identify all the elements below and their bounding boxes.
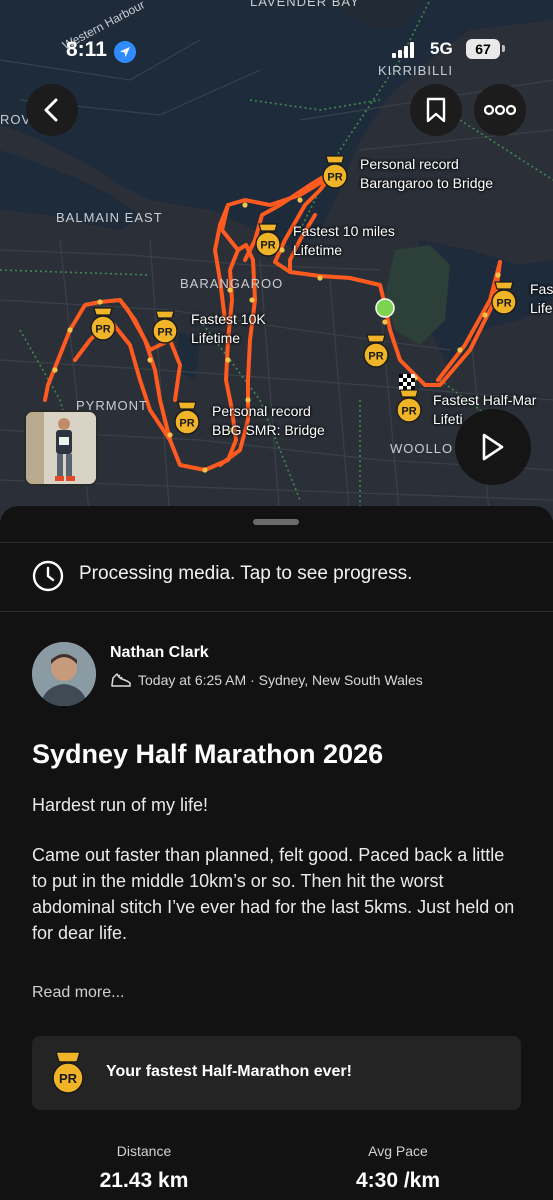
- pr-badge-icon[interactable]: PR: [172, 400, 202, 436]
- bookmark-button[interactable]: [410, 84, 462, 136]
- svg-text:PR: PR: [401, 406, 416, 418]
- pr-label-line2: Barangaroo to Bridge: [360, 175, 494, 191]
- pr-label-line1: Personal record: [212, 403, 311, 419]
- svg-text:PR: PR: [368, 351, 383, 363]
- pr-label-bbg-smr-bridge[interactable]: Personal record BBG SMR: Bridge: [212, 402, 325, 440]
- run-shoe-icon: [111, 673, 131, 687]
- pr-medal-icon: PR: [52, 1051, 84, 1094]
- svg-text:PR: PR: [260, 240, 275, 252]
- runner-photo: [26, 412, 96, 484]
- pr-label-line2: Lifetime: [293, 242, 343, 258]
- processing-media-text: Processing media. Tap to see progress.: [79, 563, 413, 584]
- cellular-signal-icon: [392, 42, 414, 58]
- stat-distance: Distance 21.43 km: [44, 1143, 244, 1193]
- avatar[interactable]: [32, 642, 96, 706]
- activity-details-sheet: Processing media. Tap to see progress. N…: [0, 506, 553, 1200]
- athlete-name[interactable]: Nathan Clark: [110, 644, 209, 662]
- pr-label-partial-right[interactable]: Fas Life: [530, 280, 553, 318]
- activity-description-headline: Hardest run of my life!: [32, 795, 209, 815]
- avatar-photo: [32, 642, 96, 706]
- more-options-button[interactable]: [474, 84, 526, 136]
- play-flyover-button[interactable]: [455, 409, 531, 485]
- pr-badge-icon[interactable]: PR: [361, 333, 391, 369]
- svg-text:PR: PR: [157, 327, 172, 339]
- chevron-left-icon: [44, 98, 58, 122]
- pr-badge-icon[interactable]: PR: [253, 222, 283, 258]
- drag-handle[interactable]: [253, 519, 299, 525]
- activity-title: Sydney Half Marathon 2026: [32, 739, 384, 769]
- map-label-barangaroo: BARANGAROO: [180, 276, 284, 291]
- read-more-link[interactable]: Read more...: [32, 984, 124, 1002]
- bookmark-icon: [426, 97, 446, 123]
- battery-icon: 67: [466, 39, 500, 59]
- pr-label-line1: Fas: [530, 281, 553, 297]
- pr-label-fastest-10-miles[interactable]: Fastest 10 miles Lifetime: [293, 222, 395, 260]
- stat-value: 4:30 /km: [355, 1169, 441, 1192]
- stat-avg-pace: Avg Pace 4:30 /km: [298, 1143, 498, 1193]
- pr-badge-icon[interactable]: PR: [88, 306, 118, 342]
- svg-text:PR: PR: [496, 298, 511, 310]
- pr-badge-icon[interactable]: PR: [320, 154, 350, 190]
- network-type: 5G: [430, 39, 453, 58]
- more-dots-icon: [484, 104, 516, 116]
- pr-badge-icon[interactable]: PR: [394, 388, 424, 424]
- activity-time-location: Today at 6:25 AM · Sydney, New South Wal…: [138, 672, 423, 688]
- activity-photo-thumbnail[interactable]: [24, 410, 98, 486]
- pr-badge-icon[interactable]: PR: [489, 280, 519, 316]
- map-label-woolloomooloo: WOOLLO: [390, 441, 454, 456]
- pr-label-line2: Life: [530, 300, 553, 316]
- battery-tip: [502, 45, 505, 52]
- pr-label-fastest-10k[interactable]: Fastest 10K Lifetime: [191, 310, 266, 348]
- achievement-banner[interactable]: PR Your fastest Half-Marathon ever!: [32, 1036, 521, 1110]
- svg-text:PR: PR: [179, 418, 194, 430]
- stat-label: Avg Pace: [368, 1143, 428, 1159]
- route-map[interactable]: LAVENDER BAY KIRRIBILLI BALMAIN EAST BAR…: [0, 0, 553, 520]
- svg-text:PR: PR: [59, 1071, 78, 1086]
- back-button[interactable]: [26, 84, 78, 136]
- pr-label-line1: Fastest Half-Mar: [433, 392, 537, 408]
- status-bar: 8:11 5G 67: [0, 38, 553, 68]
- pr-label-barangaroo-bridge[interactable]: Personal record Barangaroo to Bridge: [360, 155, 493, 193]
- svg-text:PR: PR: [327, 172, 342, 184]
- processing-media-banner[interactable]: Processing media. Tap to see progress.: [0, 542, 553, 612]
- activity-meta: Today at 6:25 AM · Sydney, New South Wal…: [110, 670, 423, 690]
- location-arrow-icon: [114, 41, 136, 63]
- map-label-balmain-east: BALMAIN EAST: [56, 210, 163, 225]
- status-time: 8:11: [66, 38, 107, 61]
- pr-label-line2: BBG SMR: Bridge: [212, 422, 325, 438]
- svg-text:PR: PR: [95, 324, 110, 336]
- play-icon: [482, 433, 504, 461]
- stat-label: Distance: [116, 1143, 172, 1159]
- pr-label-line1: Fastest 10K: [191, 311, 266, 327]
- pr-badge-icon[interactable]: PR: [150, 309, 180, 345]
- pr-label-line2: Lifetime: [191, 330, 241, 346]
- pr-label-line1: Fastest 10 miles: [293, 223, 395, 239]
- stat-value: 21.43 km: [99, 1169, 189, 1192]
- activity-description-body: Came out faster than planned, felt good.…: [32, 845, 515, 943]
- map-label-lavender-bay: LAVENDER BAY: [250, 0, 360, 9]
- clock-icon: [32, 560, 64, 592]
- achievement-text: Your fastest Half-Marathon ever!: [106, 1063, 352, 1080]
- pr-label-line1: Personal record: [360, 156, 459, 172]
